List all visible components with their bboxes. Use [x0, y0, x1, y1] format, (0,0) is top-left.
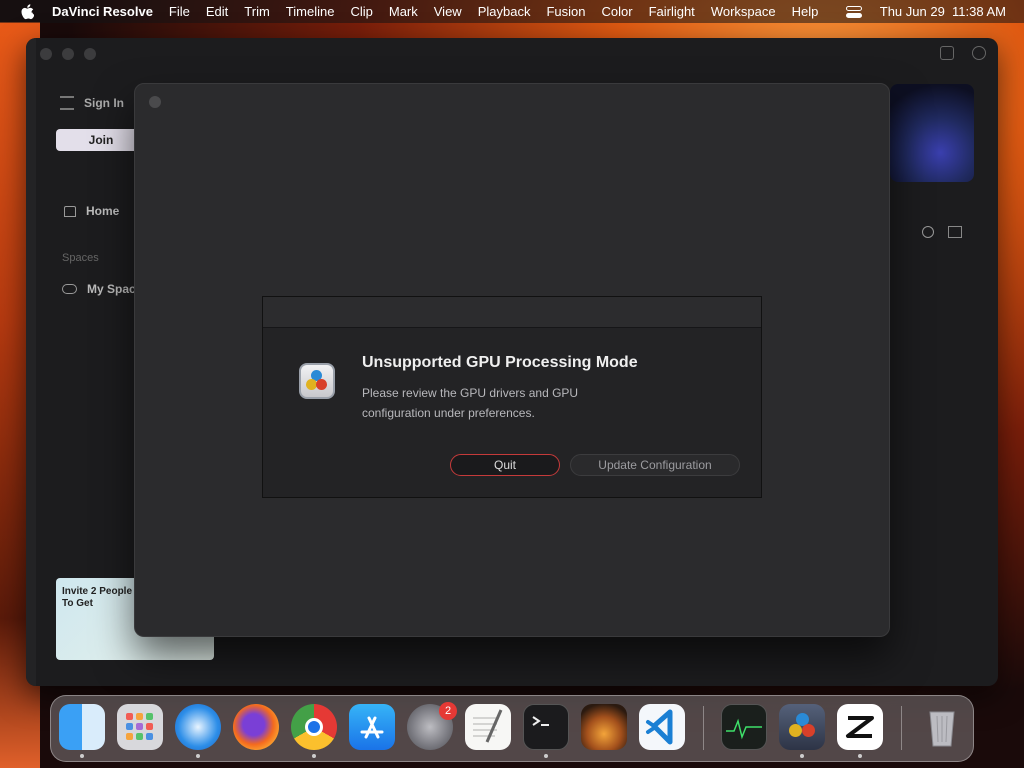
dock: 2: [50, 695, 974, 762]
minimize-window-button[interactable]: [62, 48, 74, 60]
vscode-icon[interactable]: [639, 704, 685, 750]
finder-icon[interactable]: [59, 704, 105, 750]
menu-fusion[interactable]: Fusion: [538, 4, 593, 19]
menu-timeline[interactable]: Timeline: [278, 4, 343, 19]
menu-playback[interactable]: Playback: [470, 4, 539, 19]
menu-mark[interactable]: Mark: [381, 4, 426, 19]
running-indicator: [196, 754, 200, 758]
davinci-resolve-icon[interactable]: [779, 704, 825, 750]
notification-badge: 2: [439, 702, 457, 720]
home-icon: [64, 205, 76, 217]
dialog-title: Unsupported GPU Processing Mode: [362, 354, 638, 371]
apple-menu-icon[interactable]: [18, 3, 36, 21]
dock-separator: [703, 706, 704, 750]
spaces-header: Spaces: [62, 252, 99, 264]
davinci-resolve-icon: [299, 363, 335, 399]
window-controls: [40, 48, 96, 60]
dialog-header: [263, 297, 761, 328]
textedit-icon[interactable]: [465, 704, 511, 750]
menu-edit[interactable]: Edit: [198, 4, 236, 19]
window-toolbar: [940, 46, 986, 60]
terminal-icon[interactable]: [523, 704, 569, 750]
message-icon[interactable]: [940, 46, 954, 60]
sidebar-item-label: Home: [86, 204, 120, 218]
sign-in-link[interactable]: Sign In: [60, 96, 124, 110]
menu-file[interactable]: File: [161, 4, 198, 19]
running-indicator: [80, 754, 84, 758]
running-indicator: [858, 754, 862, 758]
menu-fairlight[interactable]: Fairlight: [641, 4, 703, 19]
chrome-icon[interactable]: [291, 704, 337, 750]
activity-monitor-icon[interactable]: [721, 704, 767, 750]
quit-button[interactable]: Quit: [450, 454, 560, 476]
dock-separator: [901, 706, 902, 750]
running-indicator: [800, 754, 804, 758]
menu-bar: DaVinci Resolve File Edit Trim Timeline …: [0, 0, 1024, 23]
trash-icon[interactable]: [919, 704, 965, 750]
menu-clip[interactable]: Clip: [342, 4, 380, 19]
close-window-button[interactable]: [40, 48, 52, 60]
menu-color[interactable]: Color: [593, 4, 640, 19]
search-icon[interactable]: [922, 226, 934, 238]
menu-clock[interactable]: Thu Jun 29 11:38 AM: [880, 4, 1006, 19]
banner-image: [890, 84, 974, 182]
window-edge: [26, 38, 36, 686]
grid-view-icon[interactable]: [948, 226, 962, 238]
running-indicator: [312, 754, 316, 758]
alert-dialog: Unsupported GPU Processing Mode Please r…: [262, 296, 762, 498]
capcut-icon[interactable]: [837, 704, 883, 750]
cloud-icon: [62, 284, 77, 294]
app-store-icon[interactable]: [349, 704, 395, 750]
menu-help[interactable]: Help: [784, 4, 827, 19]
close-window-button[interactable]: [149, 96, 161, 108]
sidebar-item-home[interactable]: Home: [64, 204, 119, 218]
running-indicator: [544, 754, 548, 758]
menu-trim[interactable]: Trim: [236, 4, 278, 19]
dialog-message: Please review the GPU drivers and GPU co…: [362, 386, 579, 420]
control-center-icon[interactable]: [845, 5, 862, 18]
menu-app-name[interactable]: DaVinci Resolve: [48, 4, 161, 19]
sign-in-label: Sign In: [84, 96, 124, 110]
firefox-icon[interactable]: [233, 704, 279, 750]
zoom-window-button[interactable]: [84, 48, 96, 60]
sidebar-item-my-space[interactable]: My Space: [62, 282, 142, 296]
safari-icon[interactable]: [175, 704, 221, 750]
launchpad-icon[interactable]: [117, 704, 163, 750]
garageband-icon[interactable]: [581, 704, 627, 750]
update-configuration-button[interactable]: Update Configuration: [570, 454, 740, 476]
view-tools: [922, 226, 962, 238]
settings-icon[interactable]: [972, 46, 986, 60]
menu-lines-icon: [60, 96, 74, 110]
menu-workspace[interactable]: Workspace: [703, 4, 784, 19]
join-button[interactable]: Join: [56, 129, 146, 151]
menu-view[interactable]: View: [426, 4, 470, 19]
